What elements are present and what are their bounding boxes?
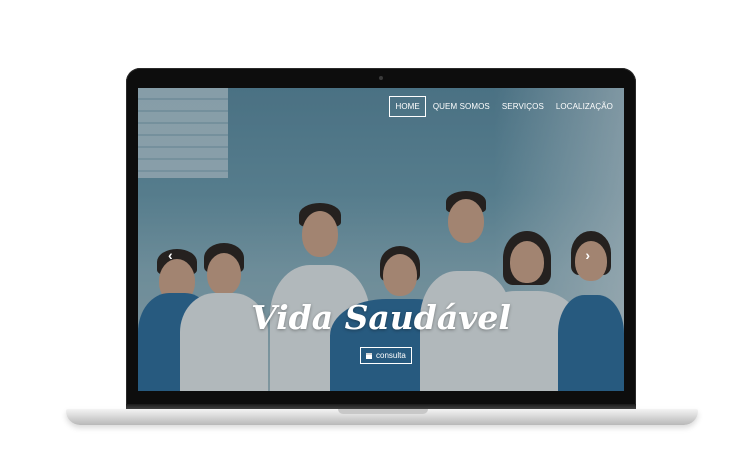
hero-title: Vida Saudável [251, 298, 511, 337]
nav-servicos[interactable]: SERVIÇOS [497, 96, 549, 117]
camera-dot [379, 76, 383, 80]
chevron-right-icon[interactable]: › [585, 248, 590, 262]
laptop-notch [338, 409, 428, 414]
image-overlay [138, 88, 624, 391]
nav-localizacao[interactable]: LOCALIZAÇÃO [551, 96, 618, 117]
calendar-icon [366, 352, 372, 359]
consulta-button[interactable]: consulta [360, 347, 412, 364]
consulta-label: consulta [376, 351, 406, 360]
laptop-base [66, 409, 698, 425]
website-screen: HOME QUEM SOMOS SERVIÇOS LOCALIZAÇÃO ‹ ›… [138, 88, 624, 391]
chevron-left-icon[interactable]: ‹ [168, 248, 173, 262]
laptop-lid: HOME QUEM SOMOS SERVIÇOS LOCALIZAÇÃO ‹ ›… [126, 68, 636, 408]
nav-quem-somos[interactable]: QUEM SOMOS [428, 96, 495, 117]
main-nav: HOME QUEM SOMOS SERVIÇOS LOCALIZAÇÃO [389, 96, 618, 117]
laptop-mockup: HOME QUEM SOMOS SERVIÇOS LOCALIZAÇÃO ‹ ›… [0, 0, 750, 476]
nav-home[interactable]: HOME [389, 96, 426, 117]
